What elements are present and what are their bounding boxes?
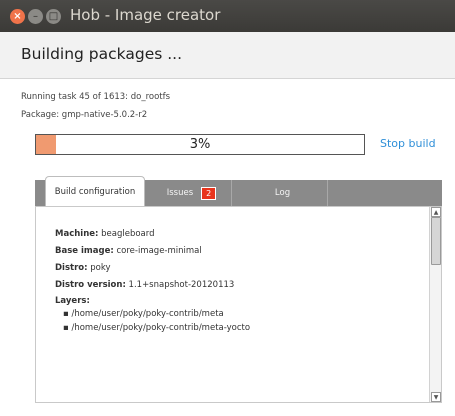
task-status-text: Running task 45 of 1613: do_rootfs xyxy=(21,92,171,102)
stop-build-button[interactable]: Stop build xyxy=(380,137,436,150)
scroll-up-icon[interactable]: ▲ xyxy=(431,207,441,217)
minimize-window-button[interactable]: – xyxy=(28,9,43,24)
tab-log-label: Log xyxy=(274,188,291,198)
layer-item: ▪ /home/user/poky/poky-contrib/meta xyxy=(63,309,224,319)
issues-count-badge: 2 xyxy=(201,186,217,200)
machine-value: beagleboard xyxy=(101,229,155,239)
close-window-button[interactable]: × xyxy=(10,9,25,24)
progress-percent-label: 3% xyxy=(189,137,211,152)
scroll-down-icon[interactable]: ▼ xyxy=(431,392,441,402)
tab-bar: Build configuration Issues 2 Log xyxy=(35,176,442,206)
base-image-row: Base image: core-image-minimal xyxy=(55,246,202,256)
vertical-scrollbar[interactable]: ▲ ▼ xyxy=(429,207,441,402)
machine-label: Machine: xyxy=(55,229,99,239)
package-status-text: Package: gmp-native-5.0.2-r2 xyxy=(21,110,148,120)
build-progress-bar: 3% xyxy=(35,134,365,155)
scroll-thumb[interactable] xyxy=(431,217,441,265)
layer-path: /home/user/poky/poky-contrib/meta-yocto xyxy=(71,323,251,333)
tab-issues-label: Issues xyxy=(166,188,194,198)
tab-build-configuration[interactable]: Build configuration xyxy=(45,176,145,206)
page-title: Building packages ... xyxy=(21,45,183,63)
distro-version-label: Distro version: xyxy=(55,280,126,290)
distro-version-row: Distro version: 1.1+snapshot-20120113 xyxy=(55,280,234,290)
build-configuration-panel: Machine: beagleboard Base image: core-im… xyxy=(35,206,442,403)
machine-row: Machine: beagleboard xyxy=(55,229,155,239)
tab-issues[interactable]: Issues 2 xyxy=(152,180,232,206)
base-image-value: core-image-minimal xyxy=(116,246,202,256)
bullet-icon: ▪ xyxy=(63,323,69,333)
window-title: Hob - Image creator xyxy=(70,6,221,24)
page-header: Building packages ... xyxy=(0,32,455,79)
tab-log[interactable]: Log xyxy=(238,180,328,206)
tab-build-configuration-label: Build configuration xyxy=(54,186,136,197)
bullet-icon: ▪ xyxy=(63,309,69,319)
maximize-window-button[interactable]: □ xyxy=(46,9,61,24)
layer-item: ▪ /home/user/poky/poky-contrib/meta-yoct… xyxy=(63,323,250,333)
title-bar: × – □ Hob - Image creator xyxy=(0,0,455,32)
app-window: × – □ Hob - Image creator Building packa… xyxy=(0,0,455,416)
distro-label: Distro: xyxy=(55,263,88,273)
layers-label: Layers: xyxy=(55,296,90,306)
layers-row: Layers: xyxy=(55,296,90,306)
layer-path: /home/user/poky/poky-contrib/meta xyxy=(71,309,224,319)
distro-row: Distro: poky xyxy=(55,263,110,273)
distro-value: poky xyxy=(90,263,111,273)
distro-version-value: 1.1+snapshot-20120113 xyxy=(128,280,235,290)
base-image-label: Base image: xyxy=(55,246,114,256)
